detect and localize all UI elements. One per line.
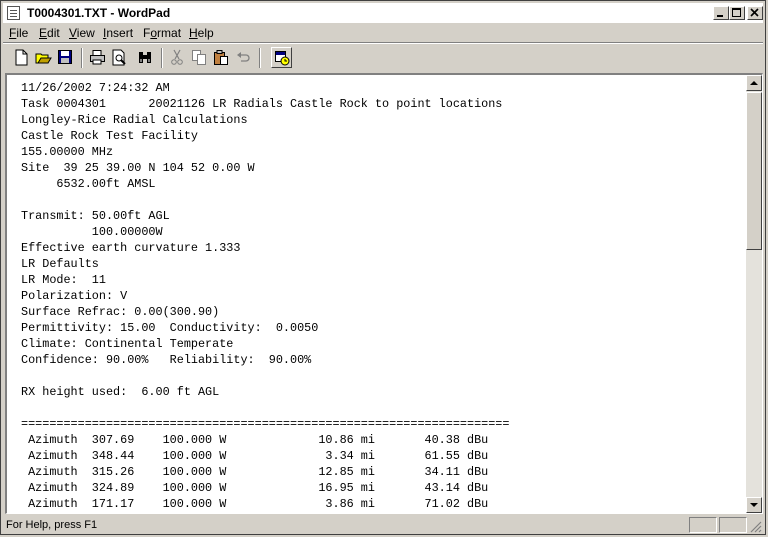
toolbar-separator bbox=[161, 48, 163, 68]
new-button[interactable] bbox=[11, 47, 32, 68]
date-time-button[interactable] bbox=[271, 47, 292, 68]
document-area[interactable]: 11/26/2002 7:24:32 AM Task 0004301 200211… bbox=[5, 73, 763, 514]
status-bar: For Help, press F1 bbox=[3, 516, 763, 534]
paste-icon bbox=[214, 50, 228, 65]
cut-button[interactable] bbox=[167, 47, 188, 68]
document-line: Longley-Rice Radial Calculations bbox=[21, 113, 248, 127]
document-line: Azimuth 171.17 100.000 W 3.86 mi 71.02 d… bbox=[21, 497, 489, 511]
copy-icon bbox=[192, 50, 206, 65]
document-line: Azimuth 307.69 100.000 W 10.86 mi 40.38 … bbox=[21, 433, 489, 447]
document-line: Castle Rock Test Facility bbox=[21, 129, 198, 143]
menu-help[interactable]: Help bbox=[189, 26, 214, 40]
print-preview-button[interactable] bbox=[109, 47, 130, 68]
save-disk-icon bbox=[58, 50, 72, 64]
document-line: Azimuth 324.89 100.000 W 16.95 mi 43.14 … bbox=[21, 481, 489, 495]
save-button[interactable] bbox=[55, 47, 76, 68]
cut-scissors-icon bbox=[171, 49, 183, 65]
undo-button[interactable] bbox=[233, 47, 254, 68]
new-document-icon bbox=[15, 49, 28, 66]
maximize-icon bbox=[732, 8, 741, 17]
toolbar-separator bbox=[81, 48, 83, 68]
document-line: Climate: Continental Temperate bbox=[21, 337, 234, 351]
print-preview-icon bbox=[112, 49, 126, 66]
copy-button[interactable] bbox=[189, 47, 210, 68]
document-line: Azimuth 348.44 100.000 W 3.34 mi 61.55 d… bbox=[21, 449, 489, 463]
insert-datetime-icon bbox=[275, 51, 290, 66]
vertical-scrollbar[interactable] bbox=[746, 75, 762, 513]
window-title: T0004301.TXT - WordPad bbox=[27, 6, 171, 20]
menu-toolbar-divider bbox=[3, 42, 763, 44]
title-bar[interactable]: T0004301.TXT - WordPad bbox=[3, 3, 763, 23]
document-line: 6532.00ft AMSL bbox=[21, 177, 156, 191]
wordpad-window: T0004301.TXT - WordPad File Edit View In… bbox=[0, 0, 766, 535]
status-panel bbox=[689, 517, 717, 533]
document-line: 100.00000W bbox=[21, 225, 163, 239]
print-button[interactable] bbox=[87, 47, 108, 68]
open-folder-icon bbox=[35, 53, 52, 64]
print-icon bbox=[90, 50, 105, 65]
document-line: Surface Refrac: 0.00(300.90) bbox=[21, 305, 220, 319]
status-panel bbox=[719, 517, 747, 533]
document-line: Azimuth 315.26 100.000 W 12.85 mi 34.11 … bbox=[21, 465, 489, 479]
menu-edit[interactable]: Edit bbox=[39, 26, 60, 40]
document-line: LR Mode: 11 bbox=[21, 273, 106, 287]
scroll-down-button[interactable] bbox=[746, 497, 762, 513]
close-icon bbox=[750, 8, 759, 17]
document-line: ========================================… bbox=[21, 417, 510, 431]
document-line: Transmit: 50.00ft AGL bbox=[21, 209, 170, 223]
document-line: Polarization: V bbox=[21, 289, 128, 303]
status-text: For Help, press F1 bbox=[6, 519, 98, 531]
document-line: 11/26/2002 7:24:32 AM bbox=[21, 81, 170, 95]
undo-icon bbox=[237, 52, 250, 62]
document-line: Permittivity: 15.00 Conductivity: 0.0050 bbox=[21, 321, 319, 335]
minimize-button[interactable] bbox=[713, 6, 729, 20]
paste-button[interactable] bbox=[211, 47, 232, 68]
document-line: Confidence: 90.00% Reliability: 90.00% bbox=[21, 353, 312, 367]
maximize-button[interactable] bbox=[729, 6, 745, 20]
find-binoculars-icon bbox=[139, 52, 151, 63]
document-line: RX height used: 6.00 ft AGL bbox=[21, 385, 220, 399]
menu-insert[interactable]: Insert bbox=[103, 26, 133, 40]
menu-view[interactable]: View bbox=[69, 26, 95, 40]
menu-bar: File Edit View Insert Format Help bbox=[3, 24, 763, 42]
document-line: 155.00000 MHz bbox=[21, 145, 114, 159]
arrow-down-icon bbox=[750, 503, 758, 507]
toolbar-separator bbox=[259, 48, 261, 68]
arrow-up-icon bbox=[750, 81, 758, 85]
find-button[interactable] bbox=[135, 47, 156, 68]
document-line: LR Defaults bbox=[21, 257, 99, 271]
document-text[interactable]: 11/26/2002 7:24:32 AM Task 0004301 200211… bbox=[21, 80, 741, 512]
close-button[interactable] bbox=[747, 6, 763, 20]
document-line: Site 39 25 39.00 N 104 52 0.00 W bbox=[21, 161, 255, 175]
scroll-up-button[interactable] bbox=[746, 75, 762, 91]
menu-format[interactable]: Format bbox=[143, 26, 181, 40]
minimize-icon bbox=[717, 15, 723, 17]
wordpad-app-icon[interactable] bbox=[7, 6, 20, 20]
open-button[interactable] bbox=[33, 47, 54, 68]
scroll-thumb[interactable] bbox=[746, 92, 762, 250]
document-line: Task 0004301 20021126 LR Radials Castle … bbox=[21, 97, 503, 111]
menu-file[interactable]: File bbox=[9, 26, 28, 40]
toolbar bbox=[5, 45, 305, 71]
document-line: Effective earth curvature 1.333 bbox=[21, 241, 241, 255]
resize-grip-icon[interactable] bbox=[750, 521, 762, 533]
